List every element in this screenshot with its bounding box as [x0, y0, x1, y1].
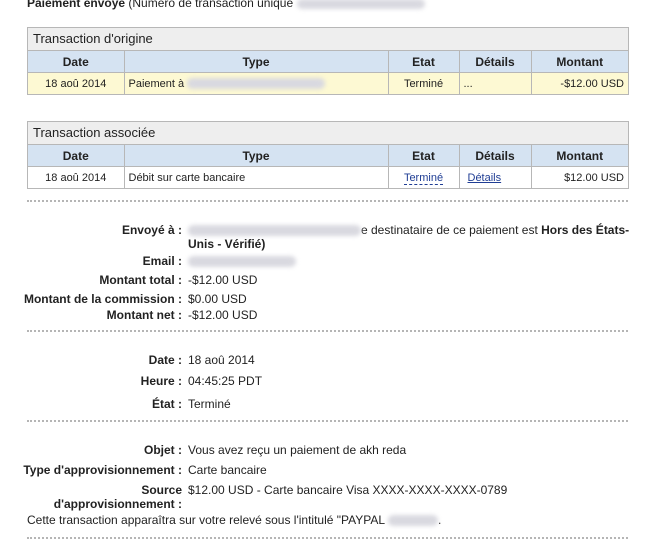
sent-to-label: Envoyé à : — [121, 223, 182, 237]
transaction-id-redacted — [296, 0, 425, 9]
fee-value: $0.00 USD — [188, 292, 247, 306]
column-header-status: Etat — [388, 51, 460, 73]
divider — [27, 537, 628, 539]
cell-amount: $12.00 USD — [564, 171, 624, 184]
funding-source-value: $12.00 USD - Carte bancaire Visa XXXX-XX… — [188, 483, 508, 497]
cell-amount: -$12.00 USD — [531, 72, 628, 94]
state-value: Terminé — [188, 397, 231, 411]
fee-label: Montant de la commission : — [23, 292, 182, 306]
cell-date: 18 aoû 2014 — [28, 72, 125, 94]
subject-value: Vous avez reçu un paiement de akh reda — [188, 443, 407, 457]
time-label: Heure : — [140, 374, 182, 388]
page-title: Paiement envoyé — [27, 0, 126, 10]
subject-label: Objet : — [144, 443, 182, 457]
email-label: Email : — [142, 254, 182, 268]
statement-note-row: Cette transaction apparaîtra sur votre r… — [27, 513, 627, 527]
date-value: 18 aoû 2014 — [188, 353, 255, 367]
column-header-date: Date — [28, 145, 125, 167]
column-header-type: Type — [124, 51, 389, 73]
email-value — [188, 254, 296, 268]
column-header-date: Date — [28, 51, 125, 73]
recipient-redacted — [187, 78, 326, 90]
table-header: Date Type Etat Détails Montant — [28, 145, 628, 167]
cell-details: ... — [459, 72, 532, 94]
table-row: 18 aoû 2014 Paiement à Terminé ... -$12.… — [28, 72, 628, 94]
statement-end: . — [437, 513, 442, 527]
funding-type-value: Carte bancaire — [188, 463, 267, 477]
funding-source-label: Source — [141, 483, 182, 497]
column-header-details: Détails — [459, 145, 532, 167]
sent-to-value: e destinataire de ce paiement est Hors d… — [188, 223, 629, 237]
statement-note: Cette transaction apparaîtra sur votre r… — [27, 513, 385, 527]
associated-transaction-box: Transaction associée Date Type Etat Déta… — [27, 121, 629, 189]
column-header-amount: Montant — [531, 51, 628, 73]
time-value: 04:45:25 PDT — [188, 374, 263, 388]
statement-name-redacted — [387, 515, 438, 527]
column-header-amount: Montant — [531, 145, 628, 167]
original-transaction-box: Transaction d'origine Date Type Etat Dét… — [27, 27, 629, 95]
state-label: État : — [152, 397, 182, 411]
column-header-status: Etat — [388, 145, 460, 167]
details-link[interactable]: Détails — [468, 172, 502, 184]
sent-to-text: e destinataire de ce paiement est — [361, 223, 538, 237]
page-header: Paiement envoyé (Numéro de transaction u… — [27, 0, 425, 10]
funding-source-label-cont: d'approvisionnement : — [53, 497, 182, 511]
funding-type-label: Type d'approvisionnement : — [23, 463, 182, 477]
status-link[interactable]: Terminé — [403, 171, 444, 185]
total-value: -$12.00 USD — [188, 273, 258, 287]
column-header-type: Type — [124, 145, 389, 167]
net-value: -$12.00 USD — [188, 308, 258, 322]
recipient-name-redacted — [188, 225, 361, 237]
cell-details: Détails — [459, 166, 532, 188]
associated-transaction-table: Date Type Etat Détails Montant 18 aoû 20… — [28, 145, 628, 188]
column-header-details: Détails — [459, 51, 532, 73]
divider — [27, 420, 628, 422]
divider — [27, 330, 628, 332]
table-header: Date Type Etat Détails Montant — [28, 51, 628, 73]
cell-type: Paiement à — [124, 72, 389, 94]
cell-date: 18 aoû 2014 — [28, 166, 125, 188]
original-transaction-caption: Transaction d'origine — [28, 28, 628, 51]
cell-type: Débit sur carte bancaire — [124, 166, 389, 188]
transaction-id-label: (Numéro de transaction unique — [128, 0, 294, 10]
table-row: 18 aoû 2014 Débit sur carte bancaire Ter… — [28, 166, 628, 188]
divider — [27, 200, 628, 202]
total-label: Montant total : — [99, 273, 182, 287]
email-redacted — [188, 256, 296, 268]
associated-transaction-caption: Transaction associée — [28, 122, 628, 145]
cell-status: Terminé — [388, 72, 460, 94]
sent-to-verified: Unis - Vérifié) — [188, 237, 266, 251]
net-label: Montant net : — [106, 308, 182, 322]
date-label: Date : — [148, 353, 182, 367]
cell-status: Terminé — [388, 166, 460, 188]
sent-to-bold: Hors des États- — [541, 223, 630, 237]
cell-type-text: Paiement à — [128, 77, 185, 90]
original-transaction-table: Date Type Etat Détails Montant 18 aoû 20… — [28, 51, 628, 94]
